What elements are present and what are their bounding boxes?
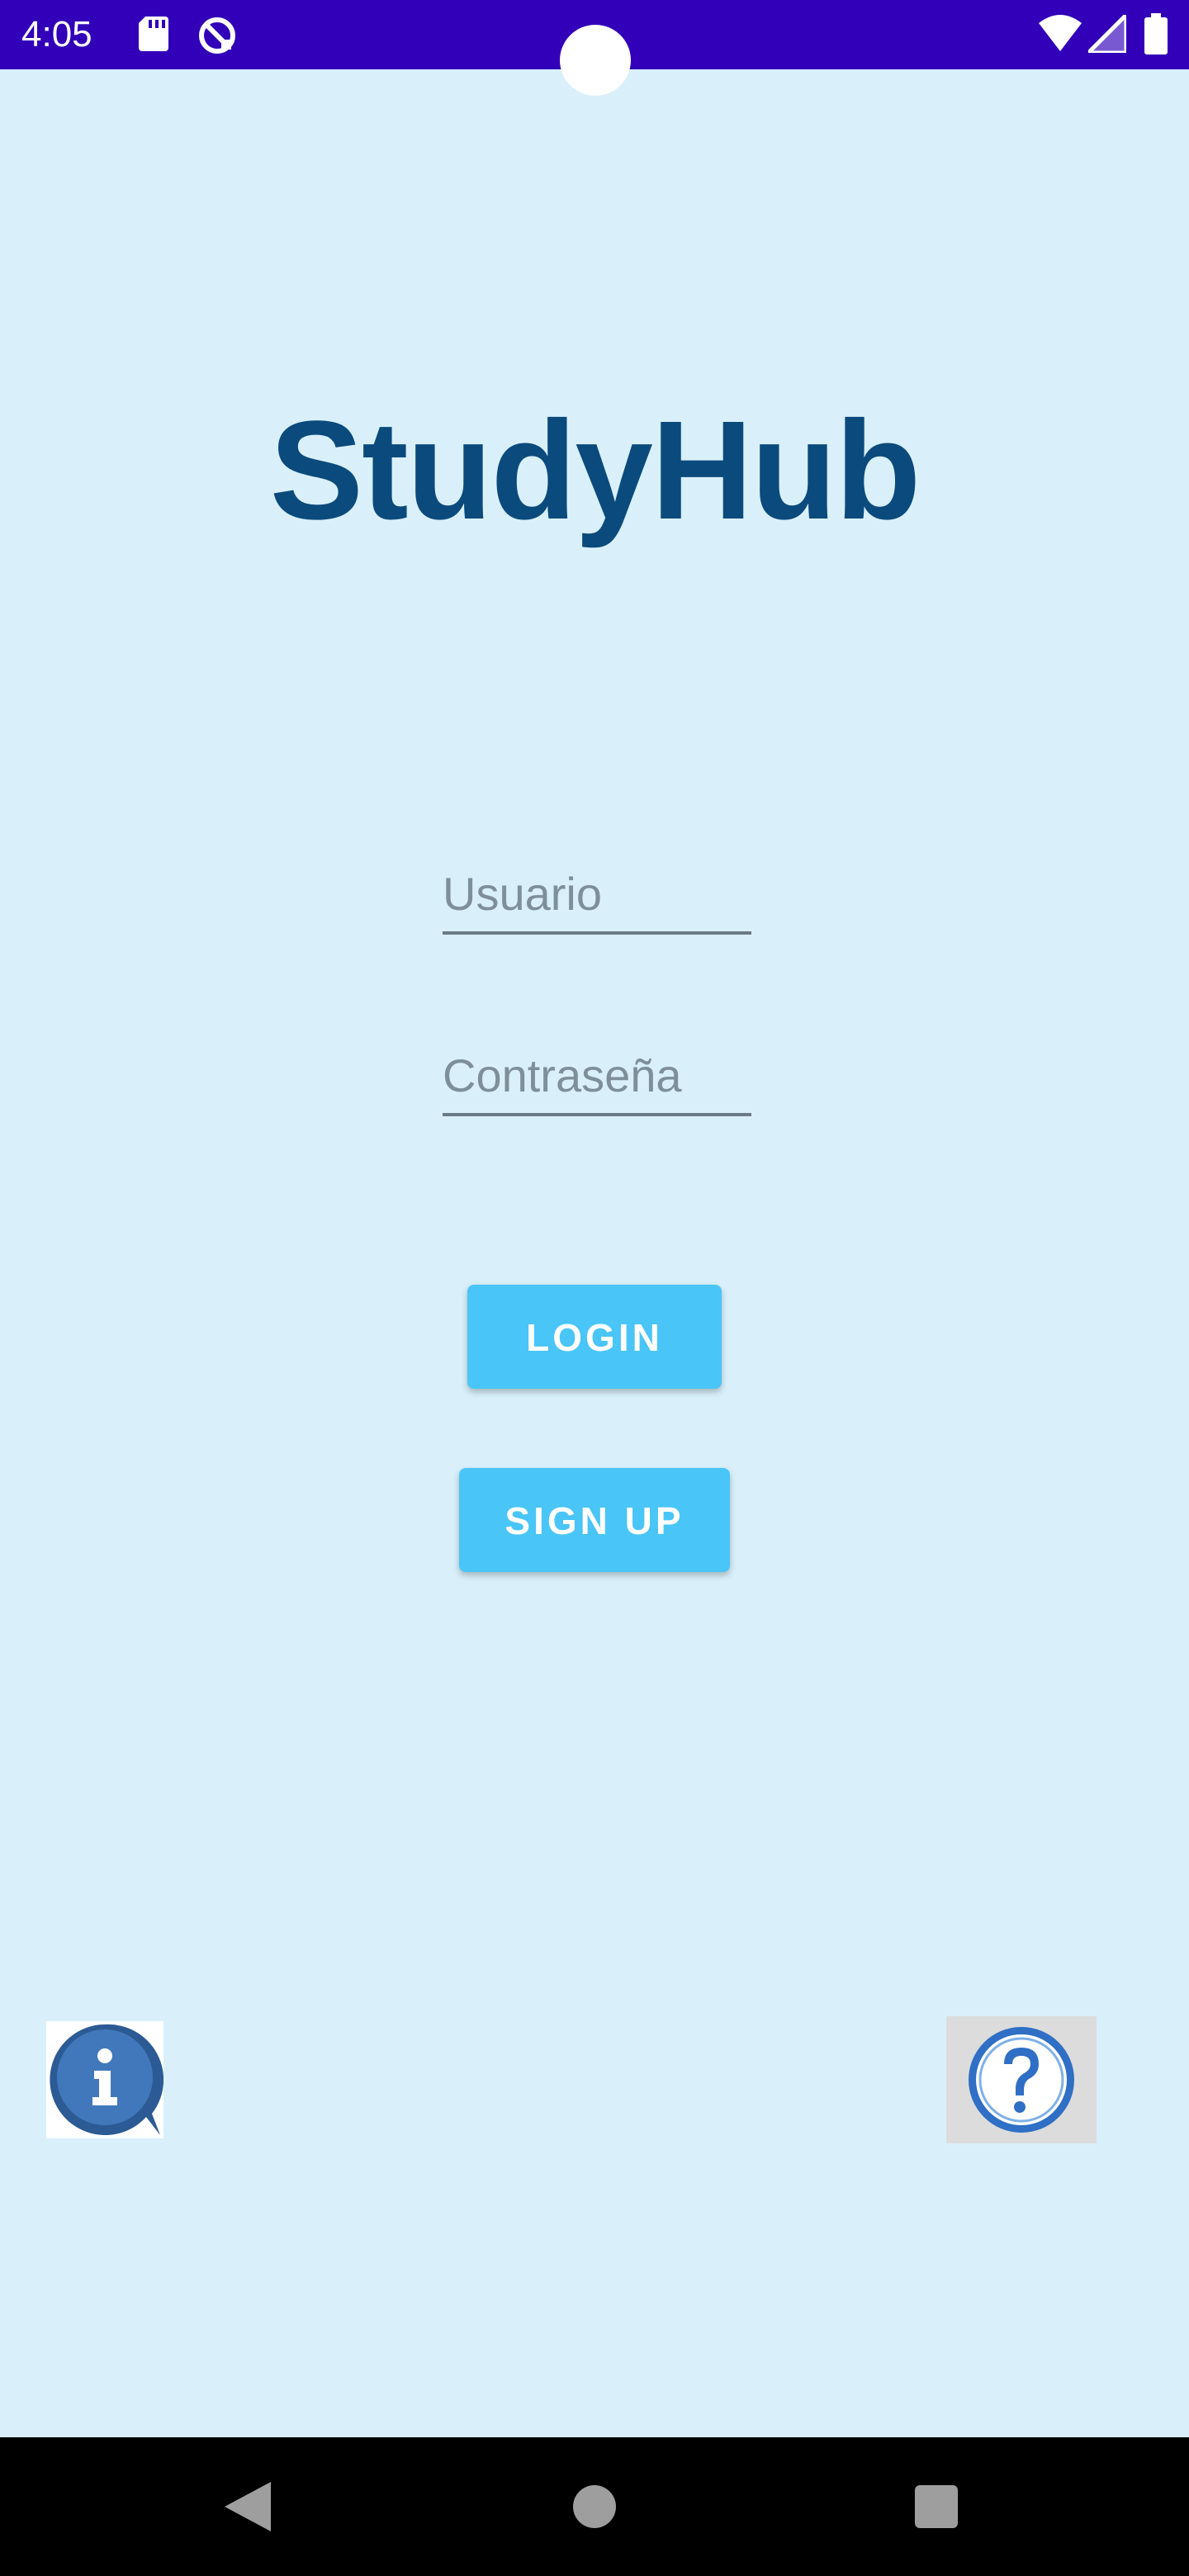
- battery-icon: [1144, 13, 1168, 59]
- help-icon: [946, 2027, 1097, 2147]
- password-input[interactable]: [443, 1042, 751, 1116]
- info-button[interactable]: [46, 2021, 164, 2138]
- info-icon: [46, 2024, 164, 2142]
- back-icon[interactable]: [225, 2482, 271, 2536]
- sd-card-icon: [139, 17, 168, 55]
- recents-icon[interactable]: [915, 2485, 958, 2528]
- home-icon[interactable]: [573, 2485, 616, 2528]
- navigation-bar: [0, 2437, 1189, 2576]
- status-bar: 4:05: [0, 0, 1189, 96]
- camera-cutout: [560, 25, 631, 96]
- wifi-icon: [1039, 15, 1082, 55]
- login-button[interactable]: LOGIN: [467, 1285, 722, 1389]
- help-button[interactable]: [946, 2016, 1097, 2143]
- sync-icon: [197, 15, 238, 60]
- app-title: StudyHub: [269, 392, 921, 549]
- signal-icon: [1082, 9, 1129, 57]
- status-time: 4:05: [21, 14, 92, 54]
- signup-button[interactable]: SIGN UP: [459, 1468, 730, 1572]
- username-input[interactable]: [443, 860, 751, 935]
